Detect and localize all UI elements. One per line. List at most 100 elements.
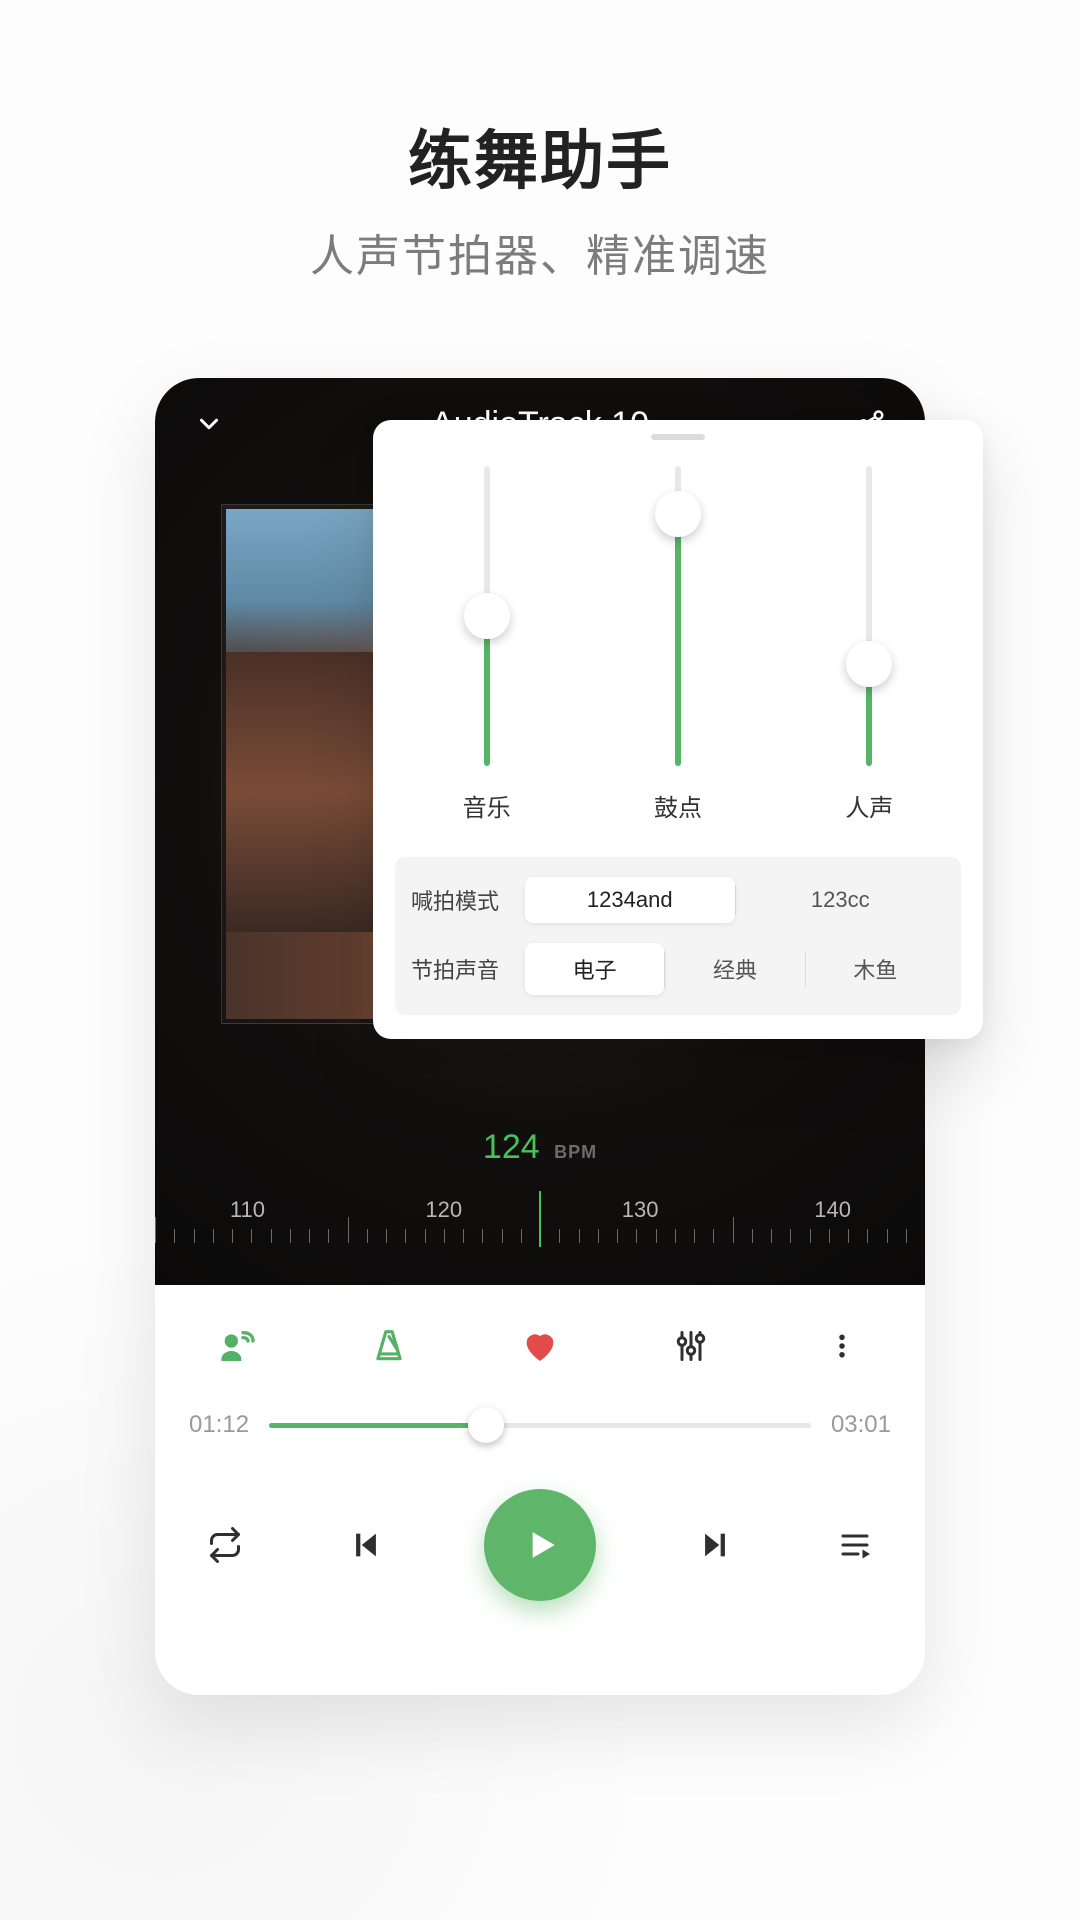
- ruler-tick: [790, 1229, 791, 1243]
- slider-fill: [675, 514, 681, 766]
- voice-button[interactable]: [215, 1323, 261, 1369]
- mixer-button[interactable]: [668, 1323, 714, 1369]
- ruler-tick: [848, 1229, 849, 1243]
- ruler-tick: [713, 1229, 714, 1243]
- ruler-tick: [559, 1229, 560, 1243]
- segment-option[interactable]: 电子: [525, 943, 664, 995]
- repeat-button[interactable]: [203, 1523, 247, 1567]
- mixer-popup: 音乐 鼓点 人声 喊拍模式 1234and123cc 节拍声音 电子经典木鱼: [373, 420, 983, 1039]
- ruler-tick: [463, 1229, 464, 1243]
- ruler-tick: [232, 1229, 233, 1243]
- ruler-tick: [290, 1229, 291, 1243]
- progress-fill: [269, 1423, 486, 1428]
- mode-segment[interactable]: 1234and123cc: [525, 877, 945, 923]
- prev-button[interactable]: [344, 1523, 388, 1567]
- slider-label: 音乐: [463, 788, 511, 823]
- more-button[interactable]: [819, 1323, 865, 1369]
- ruler-tick: [733, 1217, 734, 1243]
- time-elapsed: 01:12: [189, 1411, 249, 1439]
- sound-segment[interactable]: 电子经典木鱼: [525, 943, 945, 995]
- ruler-tick: [444, 1229, 445, 1243]
- queue-button[interactable]: [833, 1523, 877, 1567]
- ruler-tick: [251, 1229, 252, 1243]
- ruler-label: 110: [230, 1197, 265, 1223]
- ruler-tick: [752, 1229, 753, 1243]
- ruler-tick: [906, 1229, 907, 1243]
- mixer-slider[interactable]: 鼓点: [603, 466, 753, 823]
- prev-icon: [349, 1528, 383, 1562]
- slider-track[interactable]: [484, 466, 490, 766]
- progress-track[interactable]: [269, 1423, 811, 1428]
- mixer-sliders: 音乐 鼓点 人声: [373, 452, 983, 831]
- favorite-button[interactable]: [517, 1323, 563, 1369]
- bpm-unit: BPM: [554, 1142, 597, 1162]
- more-icon: [827, 1331, 857, 1361]
- time-total: 03:01: [831, 1411, 891, 1439]
- ruler-tick: [810, 1229, 811, 1243]
- ruler-tick: [675, 1229, 676, 1243]
- ruler-tick: [328, 1229, 329, 1243]
- ruler-tick: [867, 1229, 868, 1243]
- slider-knob[interactable]: [655, 491, 701, 537]
- play-icon: [518, 1523, 562, 1567]
- progress-bar[interactable]: 01:12 03:01: [189, 1411, 891, 1439]
- ruler-tick: [309, 1229, 310, 1243]
- metronome-icon: [370, 1327, 408, 1365]
- ruler-tick: [771, 1229, 772, 1243]
- ruler-tick: [598, 1229, 599, 1243]
- segment-option[interactable]: 123cc: [736, 877, 946, 923]
- ruler-tick: [887, 1229, 888, 1243]
- ruler-tick: [194, 1229, 195, 1243]
- progress-knob[interactable]: [468, 1407, 504, 1443]
- controls-area: 01:12 03:01: [155, 1285, 925, 1695]
- sliders-icon: [673, 1328, 709, 1364]
- segment-option[interactable]: 经典: [665, 943, 804, 995]
- heart-icon: [520, 1326, 560, 1366]
- ruler-tick: [829, 1229, 830, 1243]
- ruler-tick: [367, 1229, 368, 1243]
- ruler-tick: [502, 1229, 503, 1243]
- ruler-tick: [482, 1229, 483, 1243]
- segment-option[interactable]: 1234and: [525, 877, 735, 923]
- ruler-tick: [405, 1229, 406, 1243]
- ruler-tick: [386, 1229, 387, 1243]
- bpm-value: 124: [483, 1128, 540, 1167]
- ruler-tick: [636, 1229, 637, 1243]
- popup-grip[interactable]: [651, 434, 705, 440]
- ruler-label: 120: [425, 1197, 462, 1223]
- mixer-slider[interactable]: 音乐: [412, 466, 562, 823]
- queue-icon: [837, 1527, 873, 1563]
- sound-label: 节拍声音: [411, 953, 511, 985]
- next-button[interactable]: [693, 1523, 737, 1567]
- bpm-ruler[interactable]: 110 120 130 140: [155, 1177, 925, 1247]
- ruler-label: 130: [622, 1197, 659, 1223]
- ruler-label: 140: [814, 1197, 851, 1223]
- slider-label: 鼓点: [654, 788, 702, 823]
- ruler-tick: [579, 1229, 580, 1243]
- slider-knob[interactable]: [464, 593, 510, 639]
- ruler-tick: [174, 1229, 175, 1243]
- ruler-tick: [213, 1229, 214, 1243]
- mode-label: 喊拍模式: [411, 884, 511, 916]
- repeat-icon: [207, 1527, 243, 1563]
- ruler-tick: [271, 1229, 272, 1243]
- slider-track[interactable]: [866, 466, 872, 766]
- chevron-down-icon: [194, 409, 224, 439]
- ruler-tick: [521, 1229, 522, 1243]
- ruler-tick: [617, 1229, 618, 1243]
- play-button[interactable]: [484, 1489, 596, 1601]
- ruler-tick: [155, 1217, 156, 1243]
- next-icon: [698, 1528, 732, 1562]
- marketing-subtitle: 人声节拍器、精准调速: [310, 220, 770, 284]
- ruler-needle: [539, 1191, 541, 1247]
- slider-label: 人声: [845, 788, 893, 823]
- ruler-tick: [348, 1217, 349, 1243]
- voice-icon: [218, 1326, 258, 1366]
- ruler-tick: [425, 1229, 426, 1243]
- collapse-button[interactable]: [189, 404, 229, 444]
- slider-track[interactable]: [675, 466, 681, 766]
- segment-option[interactable]: 木鱼: [806, 943, 945, 995]
- mixer-slider[interactable]: 人声: [794, 466, 944, 823]
- slider-knob[interactable]: [846, 641, 892, 687]
- metronome-button[interactable]: [366, 1323, 412, 1369]
